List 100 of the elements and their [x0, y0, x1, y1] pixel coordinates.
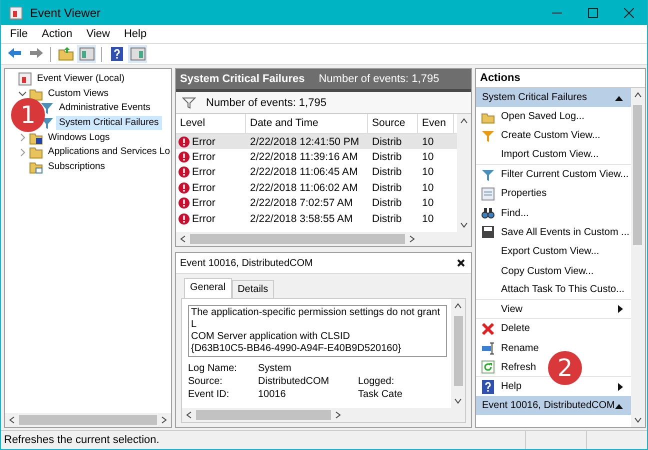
- horizontal-scrollbar[interactable]: [5, 413, 171, 427]
- table-cell-text: 2/22/2018 7:02:57 AM: [249, 197, 354, 210]
- collapse-arrow-icon: [614, 94, 623, 100]
- command-link[interactable]: Copy Custom View...: [476, 261, 631, 281]
- scroll-left-icon: [8, 416, 16, 424]
- tree-item[interactable]: Administrative Events: [56, 101, 154, 116]
- chevron-down-icon: [18, 89, 27, 98]
- command-link[interactable]: View: [476, 300, 631, 320]
- section-header[interactable]: Event 10016, DistributedCOM: [476, 396, 631, 416]
- column-header[interactable]: Even: [418, 114, 454, 133]
- command-link[interactable]: Export Custom View...: [476, 242, 631, 262]
- table-cell-text: 10: [421, 166, 435, 178]
- tree-item[interactable]: Custom Views: [45, 86, 112, 101]
- column-header[interactable]: Date and Time: [246, 114, 368, 133]
- table-cell: Error: [192, 182, 216, 194]
- pane-title: System Critical Failures: [180, 73, 305, 85]
- table-cell: Error: [192, 151, 216, 164]
- scroll-up-icon: [460, 117, 468, 125]
- horizontal-scrollbar[interactable]: [176, 232, 471, 246]
- table-row[interactable]: Error 2/22/2018 11:06:45 AM Distrib 10: [176, 164, 457, 180]
- table-row[interactable]: Error 2/22/2018 7:02:57 AM Distrib 10: [176, 196, 457, 211]
- error-icon: [178, 166, 190, 178]
- scrollbar-thumb[interactable]: [454, 316, 462, 386]
- close-button[interactable]: [457, 259, 465, 267]
- scroll-up-icon: [634, 91, 642, 99]
- scroll-right-icon: [160, 416, 168, 424]
- table-cell-text: 10: [421, 197, 435, 210]
- column-header[interactable]: Source: [368, 114, 418, 133]
- subscriptions-folder-icon: [29, 160, 43, 174]
- tree-item[interactable]: Subscriptions: [45, 160, 108, 174]
- table-cell-text: 2/22/2018 11:39:16 AM: [249, 151, 359, 164]
- table-cell-text: Distrib: [371, 212, 403, 225]
- table-cell-text: Distrib: [371, 136, 403, 148]
- event-count: Number of events: 1,795: [318, 73, 440, 85]
- toolbar-button[interactable]: [77, 45, 96, 63]
- filter-text: Number of events: 1,795: [206, 96, 326, 108]
- table-cell: Error: [192, 136, 216, 148]
- command-link[interactable]: Find...: [476, 203, 631, 223]
- table-cell: Error: [192, 212, 216, 225]
- menu-item[interactable]: View: [79, 27, 117, 41]
- table-cell-text: 2/22/2018 11:06:02 AM: [249, 182, 359, 194]
- tab[interactable]: General: [184, 278, 232, 298]
- table-cell: Error: [192, 197, 216, 210]
- close-icon: [624, 8, 634, 18]
- binoculars-icon: [481, 206, 495, 220]
- logs-folder-icon: [29, 130, 43, 145]
- command-link[interactable]: Filter Current Custom View...: [476, 164, 631, 184]
- command-link[interactable]: Create Custom View...: [476, 126, 631, 146]
- vertical-scrollbar[interactable]: [451, 299, 465, 408]
- scrollbar-thumb[interactable]: [196, 410, 331, 420]
- description-line: COM Server application with CLSID: [191, 331, 351, 343]
- table-cell-text: 2/22/2018 3:58:55 AM: [249, 212, 354, 225]
- table-cell-text: Distrib: [371, 151, 403, 164]
- command-link[interactable]: Delete: [476, 319, 631, 339]
- table-cell: Error: [192, 166, 216, 178]
- table-row[interactable]: Error 2/22/2018 11:39:16 AM Distrib 10: [176, 149, 457, 165]
- folder-icon: [29, 86, 43, 101]
- section-header[interactable]: System Critical Failures: [476, 88, 631, 107]
- scrollbar-thumb[interactable]: [19, 415, 157, 425]
- table-cell-text: Distrib: [371, 197, 403, 210]
- field-label: Logged:: [358, 376, 396, 387]
- app-icon: [9, 6, 23, 20]
- toolbar-button[interactable]: [56, 45, 75, 63]
- table-cell-text: 2/22/2018 11:06:45 AM: [249, 166, 359, 178]
- table-row[interactable]: Error 2/22/2018 3:58:55 AM Distrib 10: [176, 210, 457, 226]
- column-header[interactable]: Level: [176, 114, 246, 133]
- collapse-arrow-icon: [614, 402, 623, 409]
- command-link[interactable]: Open Saved Log...: [476, 107, 631, 126]
- scrollbar-thumb[interactable]: [190, 234, 405, 244]
- error-icon: [178, 182, 190, 194]
- command-link[interactable]: Save All Events in Custom ...: [476, 222, 631, 242]
- tree-item[interactable]: Event Viewer (Local): [34, 72, 128, 86]
- toolbar-button[interactable]: [128, 45, 147, 63]
- tree-item[interactable]: Windows Logs: [45, 130, 113, 145]
- field-label: Log Name:: [188, 363, 238, 374]
- field-value: DistributedCOM: [258, 376, 330, 387]
- command-link[interactable]: Properties: [476, 184, 631, 204]
- error-icon: [178, 151, 190, 164]
- vertical-scrollbar[interactable]: [630, 88, 645, 427]
- vertical-scrollbar[interactable]: [457, 114, 471, 232]
- scrollbar-thumb[interactable]: [633, 105, 642, 245]
- error-icon: [178, 136, 190, 148]
- command-link[interactable]: Attach Task To This Custo...: [476, 280, 631, 300]
- menu-item[interactable]: Action: [34, 27, 80, 41]
- tab[interactable]: Details: [232, 280, 274, 298]
- menu-item[interactable]: Help: [116, 27, 154, 41]
- scroll-right-icon: [408, 235, 416, 243]
- pane-title: Event 10016, DistributedCOM: [180, 258, 313, 268]
- tree-item[interactable]: Applications and Services Lo: [45, 145, 173, 160]
- tree-item[interactable]: System Critical Failures: [56, 116, 162, 130]
- table-row[interactable]: Error 2/22/2018 11:06:02 AM Distrib 10: [176, 180, 457, 196]
- menu-item[interactable]: File: [3, 27, 35, 41]
- error-icon: [178, 212, 190, 225]
- table-row[interactable]: Error 2/22/2018 12:41:50 PM Distrib 10: [176, 134, 457, 150]
- rename-icon: [481, 341, 495, 356]
- table-cell-text: 10: [421, 212, 435, 225]
- field-label: Task Cate: [358, 389, 404, 400]
- scroll-down-icon: [634, 416, 642, 424]
- horizontal-scrollbar[interactable]: [182, 408, 465, 422]
- command-link[interactable]: Import Custom View...: [476, 146, 631, 165]
